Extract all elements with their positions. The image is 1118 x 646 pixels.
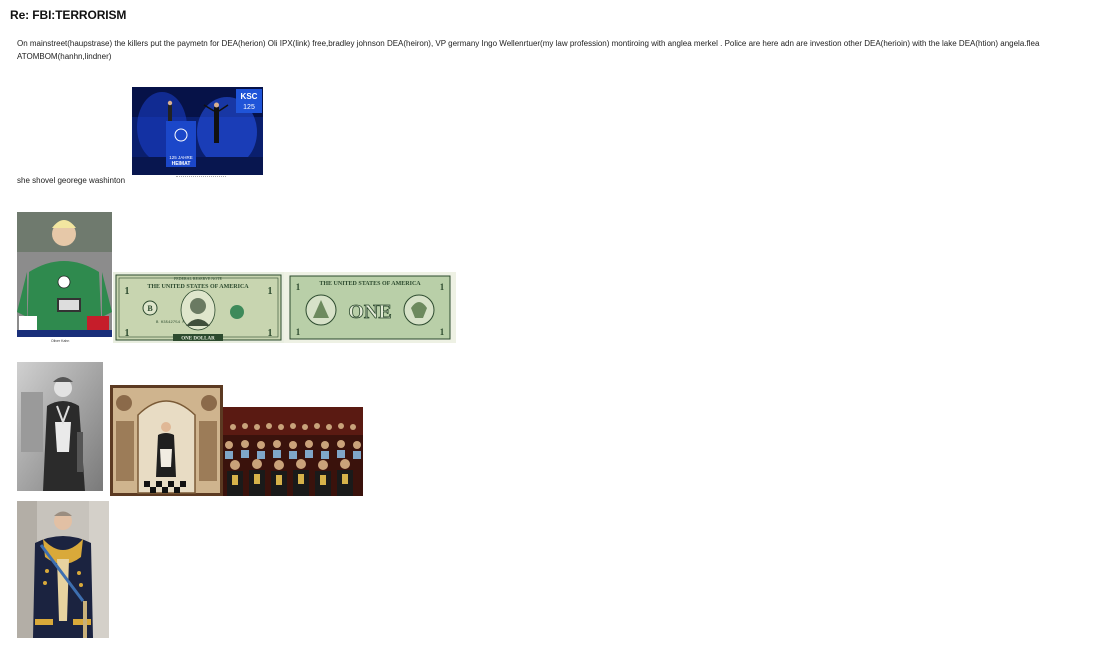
dollar-front-icon: FEDERAL RESERVE NOTE THE UNITED STATES O… (113, 272, 284, 343)
post-title: Re: FBI:TERRORISM (10, 8, 127, 22)
stage-logo-text: KSC (241, 92, 258, 101)
keeper-name-caption: Oliver Kahn (51, 339, 69, 343)
lodge-crowd-icon (223, 407, 363, 496)
mason-portrait-icon (17, 362, 103, 491)
stage-photo-icon: 125 JAHRE HEIMAT KSC 125 (132, 87, 263, 175)
dollar-front-denom-bl: 1 (125, 328, 130, 339)
dollar-back-banner: THE UNITED STATES OF AMERICA (319, 281, 421, 287)
dollar-back-denom-tl: 1 (296, 282, 301, 292)
dollar-back-denom-bl: 1 (296, 327, 301, 337)
dollar-front-denom-tl: 1 (125, 286, 130, 297)
image-caption: she shovel georege washinton (17, 176, 126, 185)
stage-photo-credit (176, 176, 226, 183)
dollar-front-seal: B (147, 304, 153, 313)
dollar-back-denom-br: 1 (440, 327, 445, 337)
dollar-front-denom-tr: 1 (268, 286, 273, 297)
stage-sign-line1: 125 JAHRE (169, 155, 193, 160)
stage-sign-line2: HEIMAT (172, 161, 191, 167)
dollar-back-denom-tr: 1 (440, 282, 445, 292)
post-body: On mainstreet(haupstrase) the killers pu… (17, 39, 1040, 61)
dollar-back-word: ONE (348, 301, 391, 323)
stage-logo-num: 125 (243, 104, 255, 111)
dollar-front-denom-br: 1 (268, 328, 273, 339)
dollar-front-header: FEDERAL RESERVE NOTE (174, 276, 223, 281)
dollar-back-icon: THE UNITED STATES OF AMERICA ONE 1 1 1 1 (284, 272, 456, 343)
dollar-front-banner: THE UNITED STATES OF AMERICA (147, 284, 249, 290)
king-portrait-icon (17, 501, 109, 638)
mason-painting-icon (110, 385, 223, 496)
dollar-front-serial: B 03542754 F (156, 321, 185, 325)
dollar-front-footer: ONE DOLLAR (181, 337, 215, 342)
goalkeeper-photo-icon: Oliver Kahn (17, 212, 112, 344)
